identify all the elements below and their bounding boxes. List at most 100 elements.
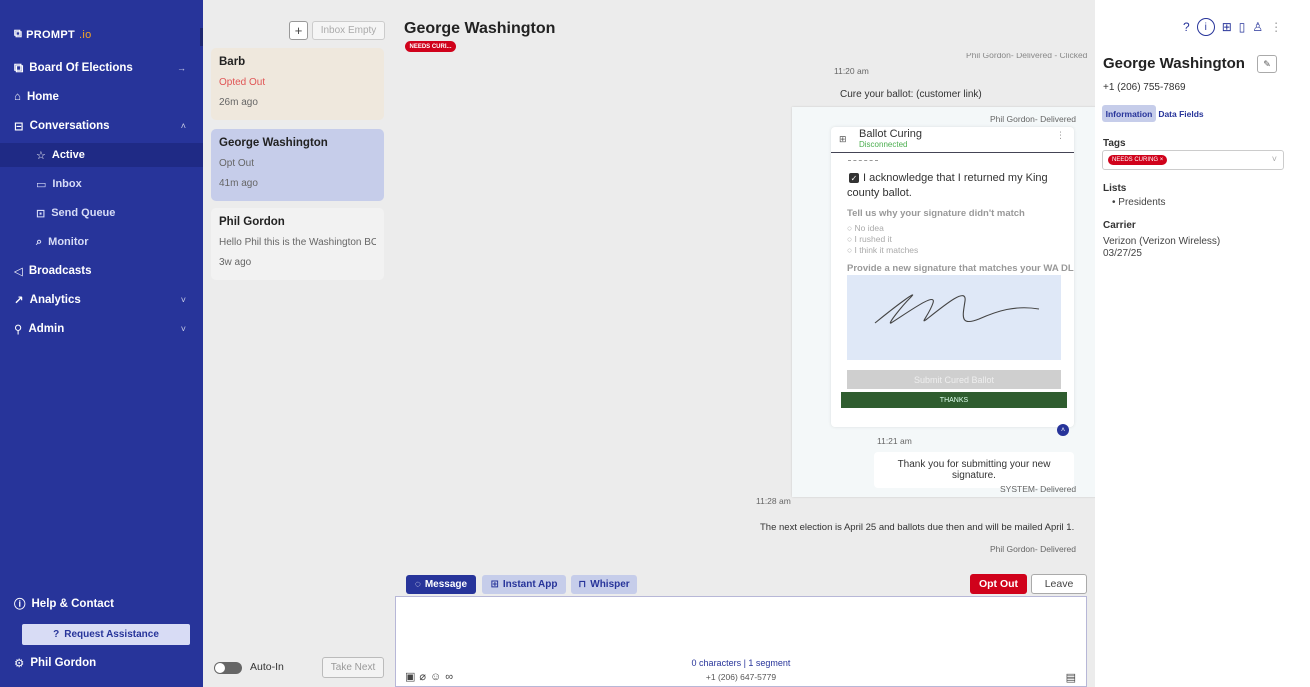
page-title: George Washington xyxy=(404,20,556,37)
status-badge: NEEDS CURI... xyxy=(405,41,456,52)
grid-icon[interactable]: ⊞ xyxy=(1222,20,1232,34)
arrow-right-icon: → xyxy=(177,63,186,73)
grid-icon: ⊞ xyxy=(839,134,847,144)
admin-icon: ⚲ xyxy=(14,324,23,336)
nav-broadcasts[interactable]: ◁ Broadcasts xyxy=(14,259,192,283)
inbox-icon: ▭ xyxy=(36,178,47,191)
submit-cured-ballot-button[interactable]: Submit Cured Ballot xyxy=(847,370,1061,389)
signature-pad[interactable] xyxy=(847,275,1061,360)
acknowledge-checkbox[interactable]: ✓ xyxy=(849,173,859,183)
check-icon: ✓ xyxy=(850,173,858,183)
nav-board-of-elections[interactable]: ⧉ Board Of Elections → xyxy=(14,56,192,80)
gear-icon: ⚙ xyxy=(14,658,25,670)
acknowledge-text: I acknowledge that I returned my King co… xyxy=(847,172,1048,199)
contact-panel xyxy=(1095,0,1310,687)
message-bubble: Thank you for submitting your new signat… xyxy=(874,452,1074,488)
tab-information[interactable]: Information xyxy=(1102,105,1156,122)
auto-in-toggle[interactable] xyxy=(214,662,242,674)
more-vertical-icon[interactable]: ⋮ xyxy=(1270,20,1282,34)
message-time: 11:28 am xyxy=(756,496,791,506)
thanks-banner: THANKS xyxy=(841,392,1067,408)
chevron-down-icon: ˅ xyxy=(1271,154,1277,164)
nav-home[interactable]: ⌂ Home xyxy=(14,85,192,109)
conversation-card-barb[interactable]: Barb Opted Out 26m ago xyxy=(211,48,384,120)
user-icon[interactable]: ♙ xyxy=(1252,20,1263,34)
nav-analytics[interactable]: ↗ Analytics ˅ xyxy=(14,288,192,312)
message-meta: Phil Gordon- Delivered xyxy=(990,544,1076,554)
tab-instant-app[interactable]: ⊞ Instant App xyxy=(482,575,566,594)
nav-monitor[interactable]: ⌕ Monitor xyxy=(20,230,192,254)
radio-option-rushed[interactable]: ○ I rushed it xyxy=(847,234,892,244)
nav-conversations[interactable]: ⊟ Conversations ˄ xyxy=(14,114,192,138)
tab-data-fields[interactable]: Data Fields xyxy=(1158,105,1204,122)
nav-admin[interactable]: ⚲ Admin ˅ xyxy=(14,317,192,341)
tags-label: Tags xyxy=(1103,138,1126,149)
tag-chip[interactable]: NEEDS CURING × xyxy=(1108,155,1168,165)
edit-contact-button[interactable]: ✎ xyxy=(1257,55,1277,73)
character-count: 0 characters | 1 segment xyxy=(691,658,791,668)
carrier-value: Verizon (Verizon Wireless) xyxy=(1103,236,1221,247)
request-assistance-button[interactable]: ? Request Assistance xyxy=(22,624,190,645)
carrier-date: 03/27/25 xyxy=(1103,248,1142,259)
sidebar: ⧉ PROMPT .io ⧉ Board Of Elections → ⌂ Hom… xyxy=(0,0,203,687)
tab-whisper[interactable]: ⊓ Whisper xyxy=(571,575,637,594)
sender-number: +1 (206) 647-5779 xyxy=(705,672,777,682)
message-icon: ◌ xyxy=(414,579,421,590)
logo[interactable]: ⧉ PROMPT .io xyxy=(14,28,92,41)
leave-button[interactable]: Leave xyxy=(1031,574,1087,594)
chevron-up-icon: ˄ xyxy=(180,121,186,131)
chevron-down-icon: ˅ xyxy=(180,324,186,334)
app-status: Disconnected xyxy=(859,140,908,149)
take-next-button[interactable]: Take Next xyxy=(322,657,384,678)
attachment-icon[interactable]: ⌀ xyxy=(419,671,430,683)
lock-icon: ⊓ xyxy=(578,579,587,590)
message-meta: SYSTEM- Delivered xyxy=(1000,484,1077,494)
signature-question: Tell us why your signature didn't match xyxy=(847,208,1025,219)
contact-name: George Washington xyxy=(1103,55,1245,72)
message-composer[interactable]: 0 characters | 1 segment +1 (206) 647-57… xyxy=(395,596,1087,687)
link-icon[interactable]: ∞ xyxy=(445,671,457,683)
composer-toolbar: ▣⌀☺∞ xyxy=(405,670,457,683)
lists-label: Lists xyxy=(1103,183,1127,194)
help-icon[interactable]: ? xyxy=(1183,20,1190,34)
analytics-icon: ↗ xyxy=(14,295,24,307)
new-conversation-button[interactable]: + xyxy=(289,21,308,40)
info-icon[interactable]: i xyxy=(1196,18,1215,36)
plus-icon: + xyxy=(294,23,303,38)
pencil-icon: ✎ xyxy=(1263,58,1271,69)
message-bubble: The next election is April 25 and ballot… xyxy=(754,516,1076,539)
message-meta: Phil Gordon- Delivered xyxy=(990,114,1076,124)
media-icon[interactable]: ▣ xyxy=(405,671,419,683)
logo-icon: ⧉ xyxy=(14,28,23,40)
user-profile[interactable]: ⚙ Phil Gordon xyxy=(14,651,192,675)
conversation-card-george-washington[interactable]: George Washington Opt Out 41m ago xyxy=(211,129,384,201)
radio-option-matches[interactable]: ○ I think it matches xyxy=(847,245,918,255)
close-icon[interactable]: × xyxy=(1160,157,1164,163)
bookmark-icon[interactable]: ▯ xyxy=(1239,20,1246,34)
list-item: • Presidents xyxy=(1112,197,1166,208)
star-icon: ☆ xyxy=(36,149,46,162)
divider xyxy=(848,160,878,161)
more-vertical-icon[interactable]: ⋮ xyxy=(1056,130,1065,141)
emoji-icon[interactable]: ☺ xyxy=(430,671,445,683)
calendar-icon[interactable]: ▤ xyxy=(1066,671,1076,684)
message-bubble: Cure your ballot: (customer link) xyxy=(832,83,1094,106)
nav-send-queue[interactable]: ⊡ Send Queue xyxy=(20,201,192,225)
queue-icon: ⊡ xyxy=(36,207,46,220)
contact-phone: +1 (206) 755-7869 xyxy=(1103,82,1186,93)
scroll-up-button[interactable]: ˄ xyxy=(1057,424,1069,436)
opt-out-button[interactable]: Opt Out xyxy=(970,574,1027,594)
nav-inbox[interactable]: ▭ Inbox xyxy=(20,172,192,196)
signature-drawing xyxy=(874,294,1040,324)
help-contact[interactable]: ⓘ Help & Contact xyxy=(14,592,192,616)
inbox-empty-button[interactable]: Inbox Empty xyxy=(312,21,385,40)
radio-option-no-idea[interactable]: ○ No idea xyxy=(847,223,884,233)
carrier-label: Carrier xyxy=(1103,220,1136,231)
nav-active[interactable]: ☆ Active xyxy=(0,143,203,167)
tags-select[interactable]: NEEDS CURING × ˅ xyxy=(1102,150,1284,170)
signature-prompt: Provide a new signature that matches you… xyxy=(847,263,1074,274)
tab-message[interactable]: ◌ Message xyxy=(406,575,476,594)
top-toolbar: ? i ⊞ ▯ ♙ ⋮ xyxy=(1183,18,1282,36)
conversation-card-phil-gordon[interactable]: Phil Gordon Hello Phil this is the Washi… xyxy=(211,208,384,280)
chevron-down-icon: ˅ xyxy=(180,295,186,305)
